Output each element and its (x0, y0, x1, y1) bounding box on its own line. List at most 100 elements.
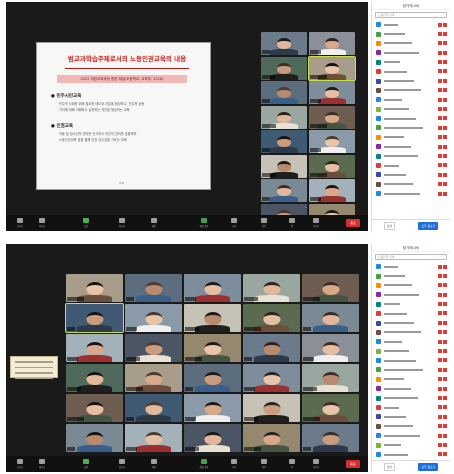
invite-button[interactable]: 초대 (383, 462, 395, 471)
mic-muted-icon[interactable] (438, 302, 442, 307)
participant-video-tile[interactable] (243, 304, 300, 332)
video-off-icon[interactable] (443, 339, 447, 344)
participant-row[interactable] (372, 95, 450, 104)
video-off-icon[interactable] (443, 311, 447, 316)
participant-video-tile[interactable] (309, 154, 355, 178)
participant-row[interactable] (372, 151, 450, 160)
participant-video-tile[interactable] (125, 304, 182, 332)
mute-all-button[interactable]: 모두 음소거 (418, 462, 439, 471)
video-off-icon[interactable] (443, 395, 447, 400)
participant-video-tile[interactable] (309, 130, 355, 153)
participant-row[interactable] (372, 281, 450, 290)
mic-muted-icon[interactable] (438, 349, 442, 354)
mic-muted-icon[interactable] (438, 31, 442, 36)
participant-row[interactable] (372, 337, 450, 346)
video-off-icon[interactable] (443, 31, 447, 36)
video-off-icon[interactable] (443, 273, 447, 278)
participant-video-tile[interactable] (302, 364, 359, 392)
participant-row[interactable] (372, 29, 450, 38)
participant-video-tile[interactable] (65, 303, 124, 333)
mic-muted-icon[interactable] (438, 339, 442, 344)
video-off-icon[interactable] (443, 182, 447, 187)
participant-row[interactable] (372, 450, 450, 459)
mic-muted-icon[interactable] (438, 144, 442, 149)
participant-video-tile[interactable] (184, 304, 241, 332)
participant-row[interactable] (372, 412, 450, 421)
video-off-icon[interactable] (443, 424, 447, 429)
participant-video-tile[interactable] (309, 179, 355, 202)
mic-muted-icon[interactable] (438, 88, 442, 93)
mic-muted-icon[interactable] (438, 377, 442, 382)
mic-muted-icon[interactable] (438, 69, 442, 74)
mic-muted-icon[interactable] (438, 116, 442, 121)
participant-video-tile[interactable] (309, 32, 355, 55)
participant-row[interactable] (372, 114, 450, 123)
toolbar-button[interactable]: 오디오 (12, 459, 28, 469)
video-off-icon[interactable] (443, 452, 447, 457)
mic-muted-icon[interactable] (438, 395, 442, 400)
toolbar-button[interactable]: 앱 (284, 218, 300, 228)
video-off-icon[interactable] (443, 414, 447, 419)
participant-row[interactable] (372, 271, 450, 280)
participant-search-input[interactable]: 노동인권 검색 (375, 12, 447, 18)
video-off-icon[interactable] (443, 405, 447, 410)
mic-muted-icon[interactable] (438, 414, 442, 419)
mic-muted-icon[interactable] (438, 386, 442, 391)
video-off-icon[interactable] (443, 78, 447, 83)
participant-search-input[interactable]: 노동인권 검색 (375, 254, 447, 260)
video-off-icon[interactable] (443, 135, 447, 140)
participant-row[interactable] (372, 58, 450, 67)
mic-muted-icon[interactable] (438, 97, 442, 102)
toolbar-button[interactable]: 화면 공유 (196, 218, 212, 228)
participant-row[interactable] (372, 180, 450, 189)
video-off-icon[interactable] (443, 41, 447, 46)
participant-row[interactable] (372, 403, 450, 412)
participant-video-tile[interactable] (302, 274, 359, 302)
toolbar-button[interactable]: 비디오 (34, 459, 50, 469)
participant-video-tile[interactable] (243, 364, 300, 392)
mic-muted-icon[interactable] (438, 424, 442, 429)
video-off-icon[interactable] (443, 367, 447, 372)
participant-row[interactable] (372, 440, 450, 449)
mic-muted-icon[interactable] (438, 292, 442, 297)
participant-row[interactable] (372, 384, 450, 393)
mic-muted-icon[interactable] (438, 50, 442, 55)
video-off-icon[interactable] (443, 433, 447, 438)
participant-video-tile[interactable] (66, 334, 123, 362)
toolbar-button[interactable]: 앱 (284, 459, 300, 469)
participant-video-tile[interactable] (261, 130, 307, 153)
video-off-icon[interactable] (443, 349, 447, 354)
video-off-icon[interactable] (443, 302, 447, 307)
participant-video-tile[interactable] (302, 334, 359, 362)
toolbar-button[interactable]: 더보기 (308, 218, 324, 228)
participant-video-tile[interactable] (66, 394, 123, 422)
mic-muted-icon[interactable] (438, 330, 442, 335)
mic-muted-icon[interactable] (438, 283, 442, 288)
participant-video-tile[interactable] (302, 424, 359, 452)
mic-muted-icon[interactable] (438, 125, 442, 130)
participant-video-tile[interactable] (125, 394, 182, 422)
participant-video-tile[interactable] (261, 32, 307, 55)
participant-row[interactable] (372, 48, 450, 57)
participant-row[interactable] (372, 393, 450, 402)
toolbar-button[interactable]: 반응 (256, 459, 272, 469)
video-off-icon[interactable] (443, 292, 447, 297)
participant-row[interactable] (372, 20, 450, 29)
participant-row[interactable] (372, 431, 450, 440)
participant-row[interactable] (372, 422, 450, 431)
mic-muted-icon[interactable] (438, 405, 442, 410)
participant-video-tile[interactable] (66, 424, 123, 452)
participant-video-tile[interactable] (309, 81, 355, 104)
participant-video-tile[interactable] (184, 364, 241, 392)
mic-muted-icon[interactable] (438, 320, 442, 325)
toolbar-button[interactable]: 참가자 (114, 459, 130, 469)
video-off-icon[interactable] (443, 264, 447, 269)
participant-video-tile[interactable] (308, 55, 356, 81)
toolbar-button[interactable]: 더보기 (308, 459, 324, 469)
mic-muted-icon[interactable] (438, 311, 442, 316)
mic-muted-icon[interactable] (438, 78, 442, 83)
video-off-icon[interactable] (443, 191, 447, 196)
video-off-icon[interactable] (443, 125, 447, 130)
video-off-icon[interactable] (443, 107, 447, 112)
participant-row[interactable] (372, 347, 450, 356)
